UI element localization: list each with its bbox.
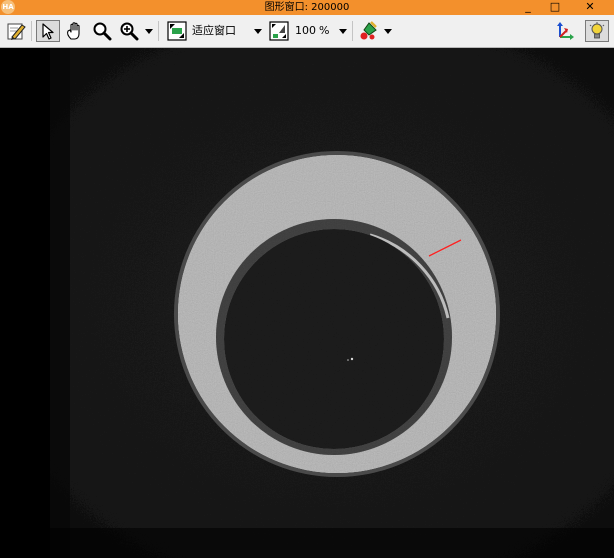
axes-icon [557, 22, 574, 40]
chevron-down-icon [384, 28, 392, 34]
washer-image [0, 48, 614, 558]
fit-window-icon [167, 21, 187, 41]
edit-button[interactable] [4, 20, 28, 42]
bulb-button[interactable] [585, 20, 609, 42]
pointer-icon [42, 23, 54, 40]
fit-window-dropdown[interactable] [253, 20, 263, 42]
pan-button[interactable] [63, 20, 87, 42]
zoom-percent-button[interactable] [268, 20, 290, 42]
zoom-in-button[interactable] [117, 20, 141, 42]
color-dropdown[interactable] [383, 20, 393, 42]
close-button[interactable]: ✕ [577, 0, 603, 15]
pointer-button[interactable] [36, 20, 60, 42]
chevron-down-icon [145, 28, 153, 34]
hand-icon [67, 22, 80, 40]
toolbar-separator [31, 21, 32, 41]
zoom-percent-icon [269, 21, 289, 41]
title-bar[interactable]: HA 图形窗口: 200000 _ □ ✕ [0, 0, 614, 15]
minimize-button[interactable]: _ [515, 0, 541, 15]
maximize-button[interactable]: □ [542, 0, 568, 15]
zoom-value[interactable]: 100 [295, 20, 316, 42]
toolbar-separator [158, 21, 159, 41]
bulb-icon [589, 22, 605, 39]
toolbar-separator [352, 21, 353, 41]
zoom-value-dropdown[interactable] [338, 20, 348, 42]
pencil-icon [7, 23, 26, 40]
image-canvas[interactable] [0, 48, 614, 558]
chevron-down-icon [254, 28, 262, 34]
fit-window-label[interactable]: 适应窗口 [192, 20, 236, 42]
coordinate-axes-button[interactable] [553, 20, 577, 42]
zoom-unit: % [319, 24, 330, 37]
zoom-mode-dropdown[interactable] [144, 20, 154, 42]
zoom-in-icon [120, 22, 139, 41]
toolbar: 适应窗口 100 % [0, 15, 614, 48]
chevron-down-icon [339, 28, 347, 34]
magnifier-icon [93, 22, 112, 41]
zoom-button[interactable] [90, 20, 114, 42]
fit-window-button[interactable] [166, 20, 188, 42]
graphics-window: HA 图形窗口: 200000 _ □ ✕ 适应窗口 100 % [0, 0, 614, 558]
color-button[interactable] [358, 20, 380, 42]
paint-icon [360, 21, 377, 40]
